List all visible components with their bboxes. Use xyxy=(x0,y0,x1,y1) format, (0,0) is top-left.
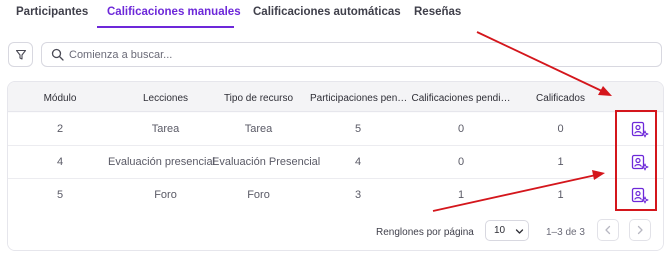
table-row: 2 Tarea Tarea 5 0 0 xyxy=(8,113,663,146)
search-bar xyxy=(41,42,662,67)
pagination-range: 1–3 de 3 xyxy=(546,227,585,238)
cell-tipo-recurso: Tarea xyxy=(244,123,273,135)
previous-page-button[interactable] xyxy=(597,219,619,241)
column-header-calificaciones-pendientes: Calificaciones pendi… xyxy=(411,93,511,104)
tab-resenas[interactable]: Reseñas xyxy=(414,6,461,18)
cell-calificados: 1 xyxy=(557,189,564,201)
cell-modulo: 2 xyxy=(56,123,64,135)
cell-calificaciones-pendientes: 0 xyxy=(457,123,465,135)
chevron-down-icon xyxy=(515,229,524,234)
table-row: 5 Foro Foro 3 1 1 xyxy=(8,179,663,212)
filter-button[interactable] xyxy=(8,42,33,67)
cell-modulo: 5 xyxy=(56,189,64,201)
next-page-button[interactable] xyxy=(629,219,651,241)
column-header-modulo: Módulo xyxy=(43,93,77,104)
cell-lecciones: Evaluación presencial xyxy=(108,156,216,168)
cell-lecciones: Foro xyxy=(154,189,177,201)
column-header-tipo-recurso: Tipo de recurso xyxy=(223,93,294,104)
rows-per-page-select[interactable]: 10 xyxy=(485,220,529,241)
tab-calificaciones-automaticas[interactable]: Calificaciones automáticas xyxy=(253,6,401,18)
cell-tipo-recurso: Evaluación Presencial xyxy=(212,156,321,168)
grades-table-card: Módulo Lecciones Tipo de recurso Partici… xyxy=(7,81,664,251)
cell-modulo: 4 xyxy=(56,156,64,168)
cell-tipo-recurso: Foro xyxy=(247,189,270,201)
filter-icon xyxy=(15,49,26,60)
cell-participaciones: 4 xyxy=(354,156,362,168)
cell-calificaciones-pendientes: 1 xyxy=(457,189,465,201)
search-input[interactable] xyxy=(69,46,649,63)
cell-participaciones: 5 xyxy=(354,123,362,135)
cell-calificaciones-pendientes: 0 xyxy=(457,156,465,168)
tab-calificaciones-manuales[interactable]: Calificaciones manuales xyxy=(107,6,241,18)
table-row: 4 Evaluación presencial Evaluación Prese… xyxy=(8,146,663,179)
annotation-highlight-box xyxy=(615,110,657,211)
column-header-lecciones: Lecciones xyxy=(142,93,189,104)
pagination-bar: Renglones por página 10 1–3 de 3 xyxy=(8,209,663,250)
cell-lecciones: Tarea xyxy=(151,123,180,135)
search-icon xyxy=(51,48,64,61)
tab-participantes[interactable]: Participantes xyxy=(16,6,88,18)
cell-calificados: 1 xyxy=(557,156,564,168)
chevron-left-icon xyxy=(605,225,611,235)
column-header-calificados: Calificados xyxy=(536,93,585,104)
tab-bar: Participantes Calificaciones manuales Ca… xyxy=(0,0,670,28)
chevron-right-icon xyxy=(637,225,643,235)
rows-per-page-value: 10 xyxy=(494,225,506,236)
cell-calificados: 0 xyxy=(557,123,564,135)
rows-per-page-label: Renglones por página xyxy=(376,227,474,238)
active-tab-indicator xyxy=(97,26,234,28)
cell-participaciones: 3 xyxy=(354,189,362,201)
table-header: Módulo Lecciones Tipo de recurso Partici… xyxy=(8,82,663,112)
column-header-participaciones: Participaciones pen… xyxy=(310,93,406,104)
